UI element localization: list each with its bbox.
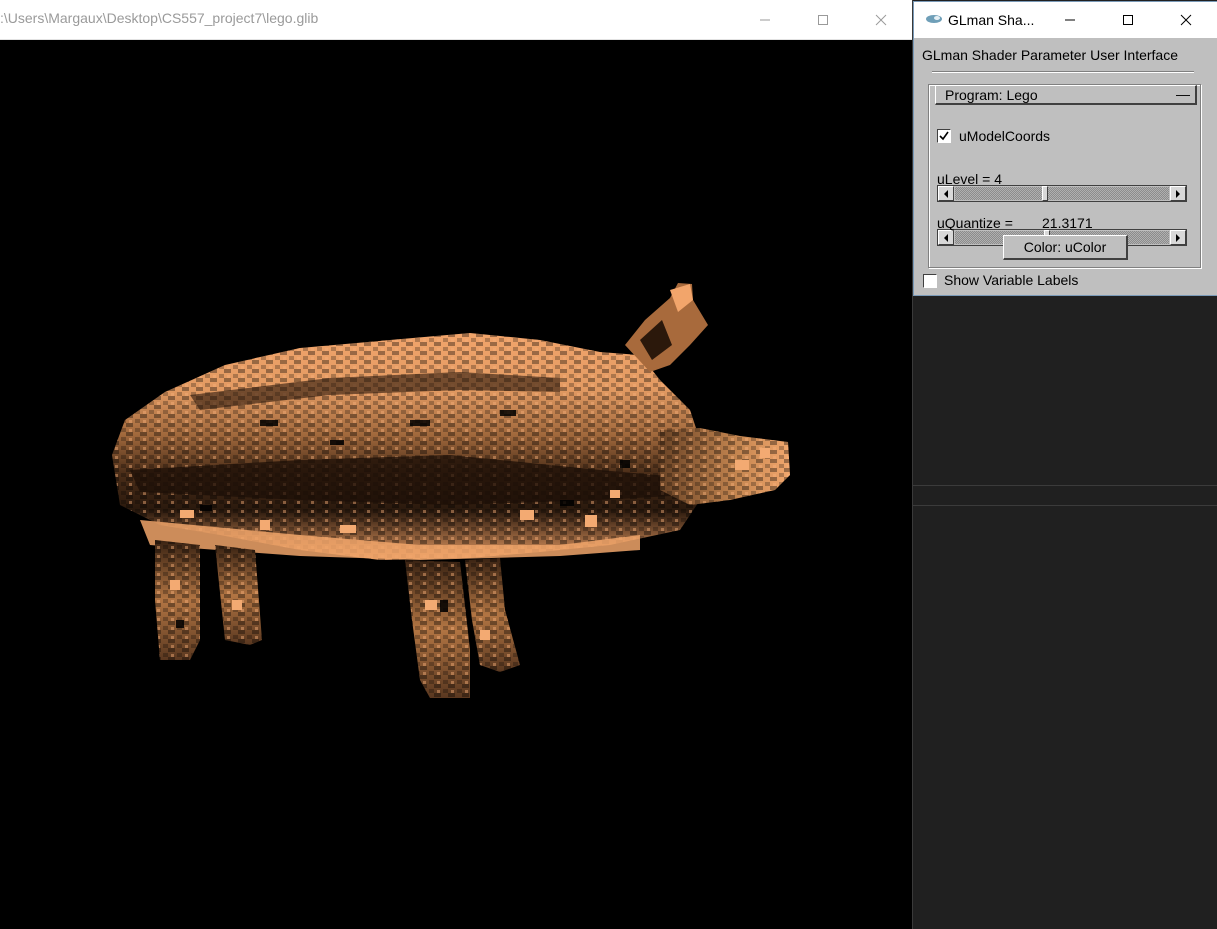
maximize-button[interactable] (1099, 2, 1157, 38)
show-labels-checkbox[interactable] (923, 274, 937, 288)
slider-left-arrow[interactable] (938, 230, 954, 245)
program-label: Program: Lego (945, 87, 1038, 103)
level-slider[interactable] (937, 185, 1187, 202)
panel-heading: GLman Shader Parameter User Interface (922, 47, 1179, 63)
show-labels-label: Show Variable Labels (944, 272, 1079, 288)
quantize-value: 21.3171 (1042, 215, 1093, 231)
maximize-icon (818, 14, 828, 25)
render-window-titlebar[interactable]: :\Users\Margaux\Desktop\CS557_project7\l… (0, 0, 912, 40)
minimize-icon (1065, 19, 1075, 21)
slider-right-arrow[interactable] (1170, 186, 1186, 201)
color-button[interactable]: Color: uColor (1003, 235, 1128, 260)
close-button[interactable] (1157, 2, 1215, 38)
model-coords-label: uModelCoords (959, 128, 1051, 144)
minimize-button[interactable] (736, 0, 794, 39)
model-coords-checkbox[interactable] (937, 129, 951, 143)
divider (913, 505, 1217, 506)
shader-window-title: GLman Sha... (948, 12, 1035, 28)
collapse-icon[interactable]: — (1176, 86, 1190, 102)
right-arrow-icon (1176, 189, 1180, 198)
slider-track[interactable] (955, 187, 1169, 200)
shader-parameter-panel: GLman Shader Parameter User Interface Pr… (914, 38, 1217, 295)
minimize-icon (760, 19, 770, 20)
slider-right-arrow[interactable] (1170, 230, 1186, 245)
shader-parameter-window: GLman Sha... GLman Shader Parameter User… (914, 2, 1217, 295)
close-icon (875, 14, 887, 25)
left-arrow-icon (944, 189, 948, 198)
maximize-button[interactable] (794, 0, 852, 39)
render-window-title: :\Users\Margaux\Desktop\CS557_project7\l… (0, 10, 319, 26)
right-arrow-icon (1176, 233, 1180, 242)
glman-app-icon (926, 15, 942, 23)
close-button[interactable] (852, 0, 910, 39)
maximize-icon (1123, 15, 1133, 25)
render-window: :\Users\Margaux\Desktop\CS557_project7\l… (0, 0, 912, 929)
separator (932, 71, 1194, 73)
render-viewport[interactable] (0, 40, 912, 929)
program-rollout-header[interactable]: Program: Lego — (935, 85, 1197, 105)
pig-model-render (112, 283, 790, 698)
shader-parameter-titlebar[interactable]: GLman Sha... (914, 2, 1217, 38)
minimize-button[interactable] (1041, 2, 1099, 38)
divider (913, 485, 1217, 486)
slider-left-arrow[interactable] (938, 186, 954, 201)
checkmark-icon (939, 131, 949, 141)
slider-thumb[interactable] (1042, 186, 1048, 201)
quantize-label: uQuantize = (937, 215, 1013, 231)
close-icon (1180, 14, 1192, 26)
left-arrow-icon (944, 233, 948, 242)
level-label: uLevel = 4 (937, 171, 1002, 187)
